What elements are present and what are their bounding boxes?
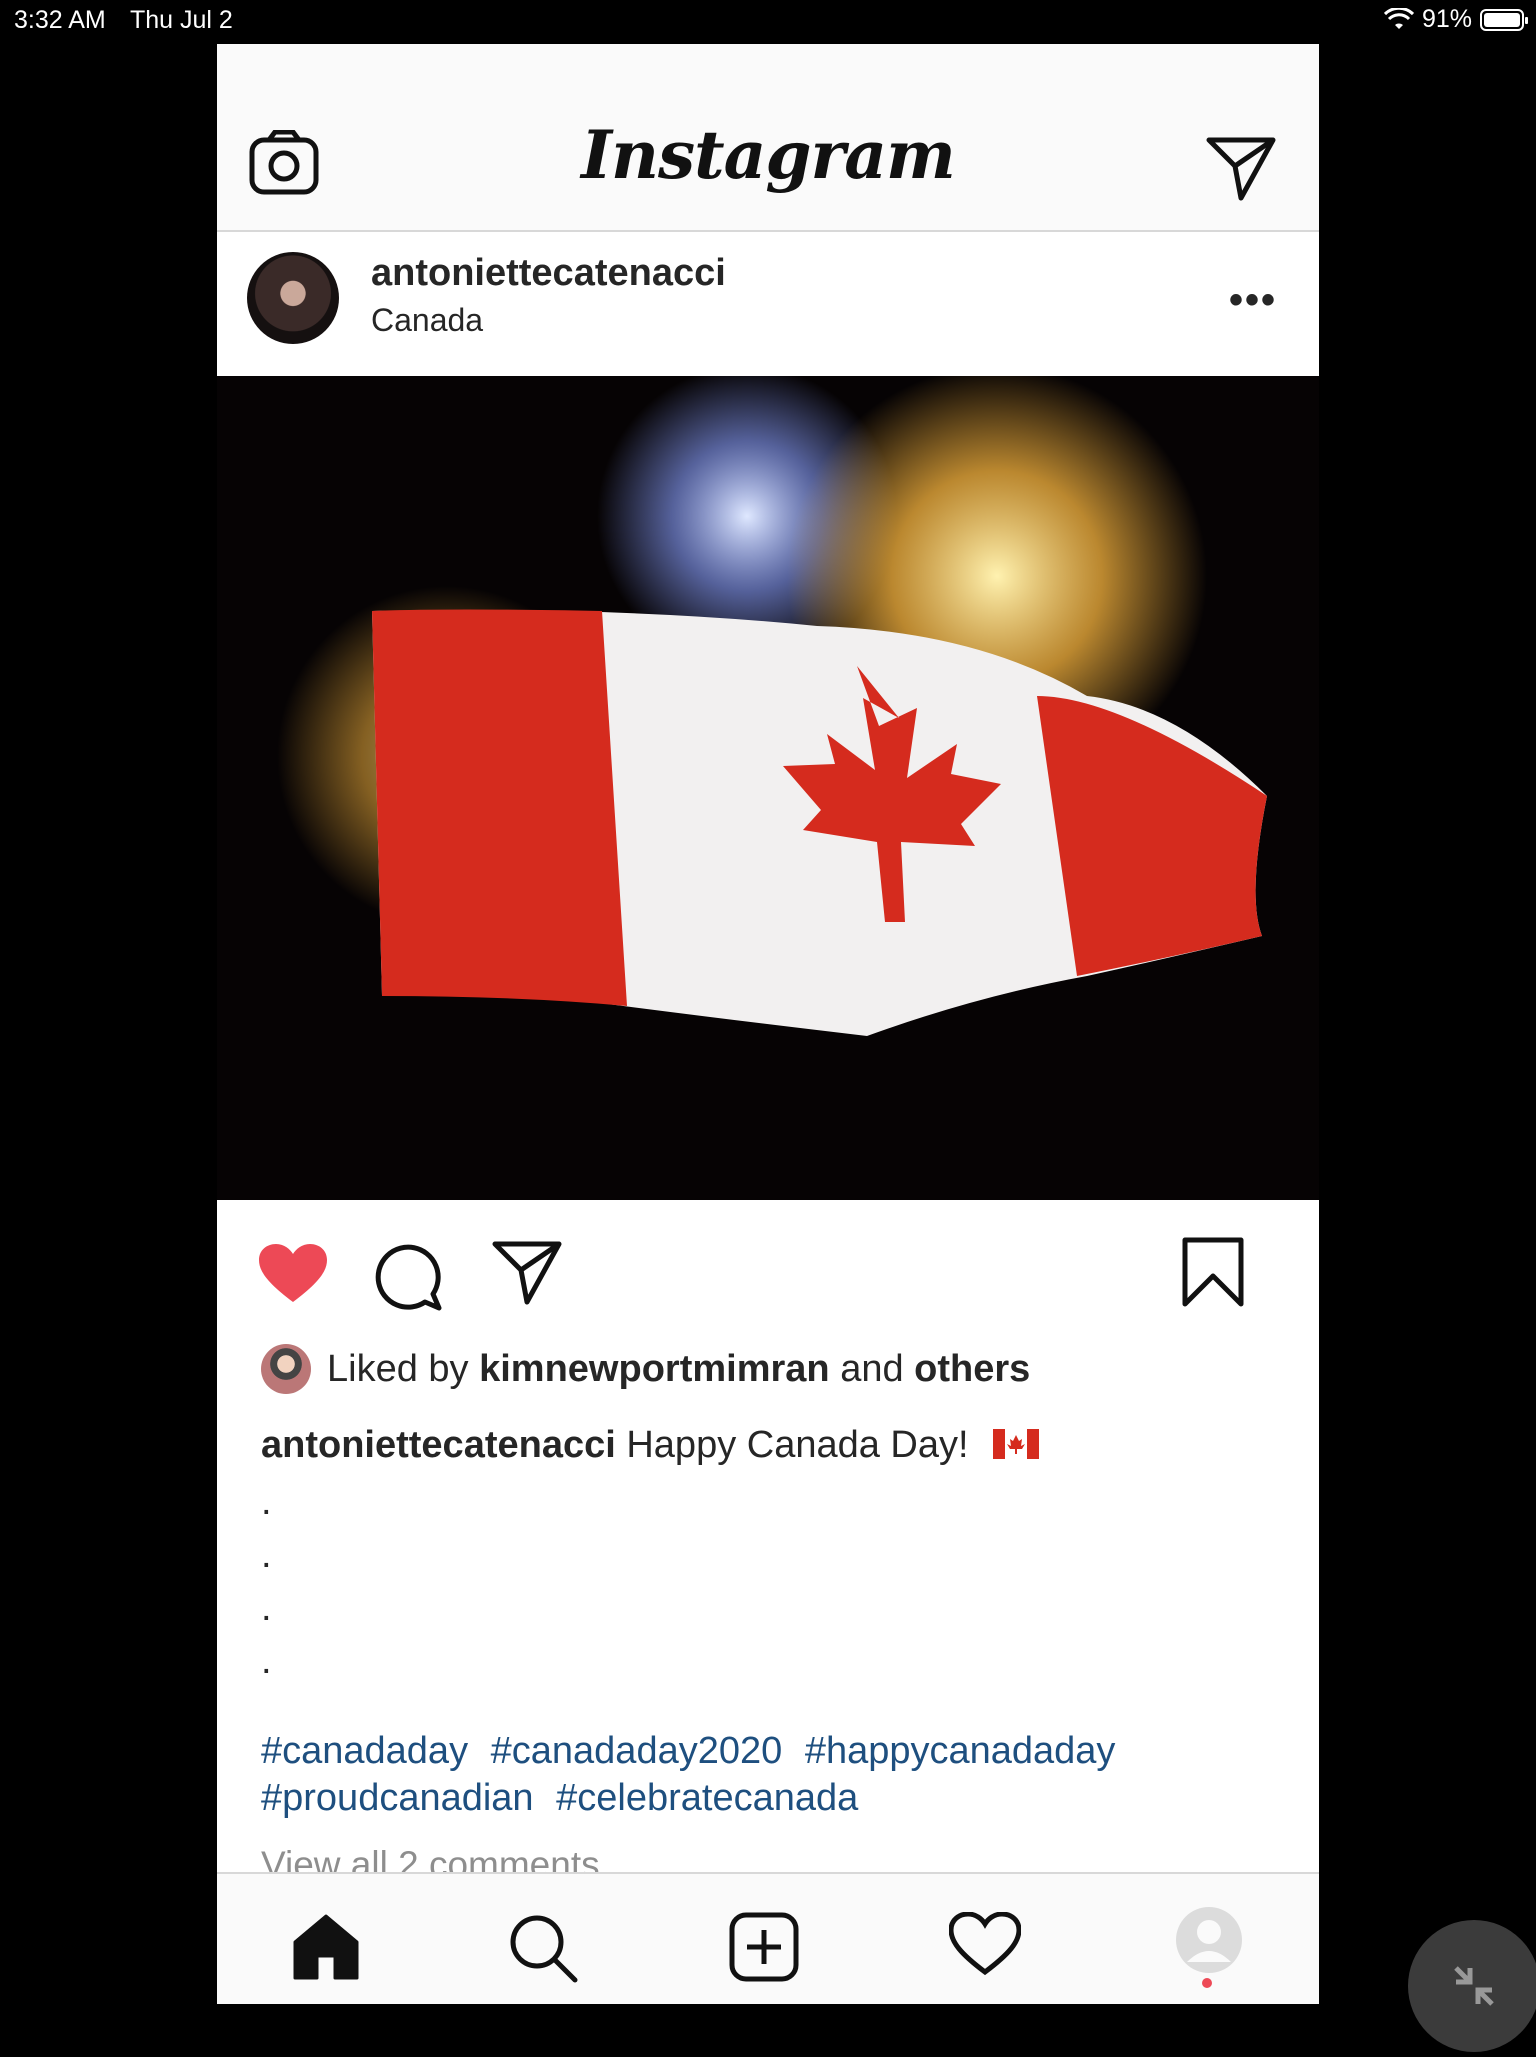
status-date: Thu Jul 2 [130,6,233,34]
hashtag[interactable]: #canadaday [261,1730,468,1772]
liker-username[interactable]: kimnewportmimran [479,1348,830,1391]
bottom-tab-bar [217,1872,1319,2004]
status-bar: 3:32 AM Thu Jul 2 91% [0,0,1536,40]
caption-username[interactable]: antoniettecatenacci [261,1424,616,1466]
hashtag[interactable]: #proudcanadian [261,1777,534,1819]
caption-text: Happy Canada Day! [626,1424,969,1466]
post-location[interactable]: Canada [371,302,483,339]
hashtag[interactable]: #canadaday2020 [491,1730,783,1772]
post-actions [217,1230,1319,1330]
post-caption: antoniettecatenacci Happy Canada Day! [261,1418,1271,1472]
post-image[interactable] [217,376,1319,1200]
canada-flag-emoji-icon [993,1428,1040,1459]
profile-icon[interactable] [1175,1906,1243,1974]
home-icon[interactable] [291,1912,361,1982]
status-time: 3:32 AM [14,6,106,34]
minimize-button[interactable] [1408,1920,1536,2052]
comment-icon[interactable] [375,1242,445,1312]
hashtag[interactable]: #celebratecanada [556,1777,858,1819]
post-username[interactable]: antoniettecatenacci [371,252,726,295]
status-right: 91% [1383,5,1528,34]
search-icon[interactable] [507,1912,579,1984]
hashtags: #canadaday #canadaday2020 #happycanadada… [261,1728,1291,1822]
likes-line: Liked by kimnewportmimran and others [261,1344,1030,1394]
caption-dots: . . . . [261,1476,272,1688]
heart-icon[interactable] [257,1242,329,1306]
liker-avatar[interactable] [261,1344,311,1394]
share-icon[interactable] [491,1240,563,1306]
likes-middle: and [840,1347,904,1390]
notification-dot [1202,1978,1212,1988]
battery-icon [1480,8,1528,31]
instagram-logo: Instagram [581,116,956,194]
wifi-icon [1383,7,1414,29]
bookmark-icon[interactable] [1181,1236,1245,1308]
avatar[interactable] [247,252,339,344]
caption-dot: . [261,1534,272,1576]
collapse-arrows-icon [1454,1966,1494,2006]
more-options-button[interactable]: ••• [1229,278,1277,323]
caption-dot: . [261,1481,272,1523]
likes-prefix: Liked by [327,1347,469,1390]
canada-flag-fireworks-image [217,376,1319,1200]
top-bar: Instagram [217,44,1319,232]
caption-dot: . [261,1587,272,1629]
likes-others[interactable]: others [914,1348,1030,1391]
hashtag[interactable]: #happycanadaday [805,1730,1116,1772]
activity-heart-icon[interactable] [949,1912,1021,1976]
battery-percent: 91% [1421,5,1472,33]
caption-dot: . [261,1640,272,1682]
add-post-icon[interactable] [729,1912,799,1982]
instagram-app: Instagram antoniettecatenacci Canada ••• [217,44,1319,2004]
direct-message-icon[interactable] [1205,136,1277,202]
